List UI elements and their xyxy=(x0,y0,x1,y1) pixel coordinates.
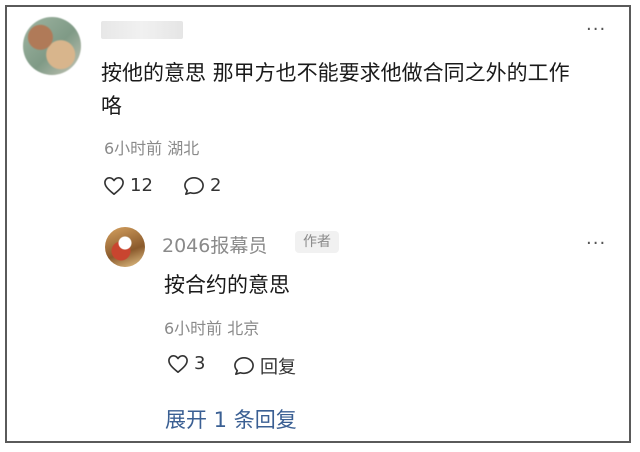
expand-replies-link[interactable]: 展开 1 条回复 xyxy=(165,404,297,434)
author-badge: 作者 xyxy=(295,231,339,253)
reply-avatar[interactable] xyxy=(105,227,145,267)
heart-icon xyxy=(104,176,124,195)
reply-username[interactable]: 2046报幕员 xyxy=(162,231,267,258)
comment-bubble-icon xyxy=(234,357,254,375)
comment-button[interactable]: 2 xyxy=(183,175,221,196)
reply-meta: 6小时前 北京 xyxy=(164,319,260,338)
reply-button[interactable]: 回复 xyxy=(233,353,296,379)
comment-bubble-icon xyxy=(184,176,204,195)
commenter-avatar[interactable] xyxy=(23,17,81,75)
comment-text: 按他的意思 那甲方也不能要求他做合同之外的工作咯 xyxy=(101,61,570,118)
reply-like-button[interactable]: 3 xyxy=(167,353,205,374)
comment-thread: ··· 按他的意思 那甲方也不能要求他做合同之外的工作咯 6小时前 湖北 12 … xyxy=(5,5,631,443)
comment-meta: 6小时前 湖北 xyxy=(104,139,200,158)
reply-count: 2 xyxy=(210,175,222,196)
like-count: 12 xyxy=(130,175,153,196)
more-icon[interactable]: ··· xyxy=(586,235,606,253)
reply-text: 按合约的意思 xyxy=(164,273,290,297)
more-icon[interactable]: ··· xyxy=(586,21,606,39)
commenter-name-redacted xyxy=(101,21,183,39)
reply-label: 回复 xyxy=(260,357,296,378)
like-button[interactable]: 12 xyxy=(103,175,153,196)
heart-icon xyxy=(168,354,188,373)
reply-like-count: 3 xyxy=(194,353,206,374)
